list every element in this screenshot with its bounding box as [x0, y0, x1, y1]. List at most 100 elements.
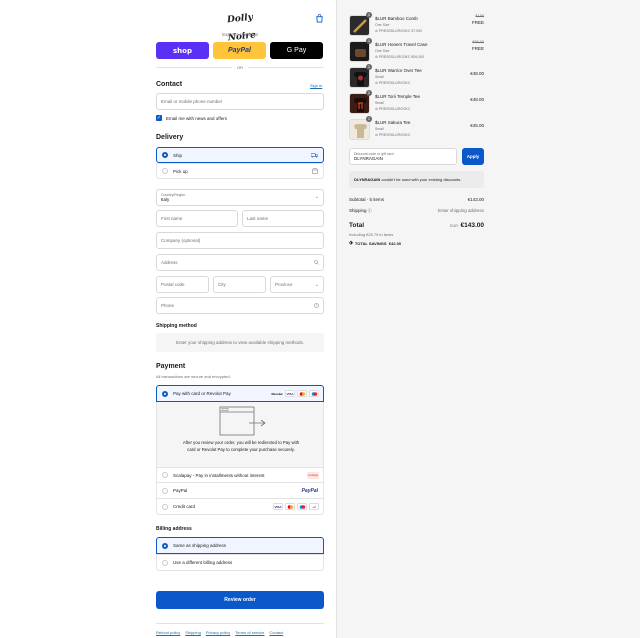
- shopping-bag-icon[interactable]: [315, 14, 324, 23]
- payment-heading: Payment: [156, 363, 186, 370]
- item-price: FREE: [471, 20, 484, 25]
- item-code-text: PRESSSLURGOKC €7,000: [378, 29, 423, 33]
- redirect-info-panel: After you review your order, you will be…: [156, 402, 324, 467]
- footer-link-refund[interactable]: Refund policy: [156, 630, 180, 635]
- payment-subtitle: All transactions are secure and encrypte…: [156, 374, 231, 379]
- paypal-radio[interactable]: [162, 487, 168, 494]
- newsletter-label: Email me with news and offers: [166, 115, 227, 121]
- maestro-icon: [309, 390, 319, 397]
- subtotal-label: Subtotal · 5 items: [349, 197, 385, 202]
- item-discount-code: ⊘ PRESSSLURGOKC: [375, 107, 411, 111]
- google-pay-button[interactable]: G Pay: [270, 42, 323, 59]
- mastercard-icon: [285, 503, 295, 510]
- paypal-button[interactable]: PayPal: [213, 42, 266, 59]
- credit-card-label: Credit card: [173, 504, 196, 509]
- shop-pay-button[interactable]: shop: [156, 42, 209, 59]
- footer-link-contact[interactable]: Contact: [269, 630, 283, 635]
- quantity-badge: 1: [366, 64, 372, 70]
- help-circle-icon[interactable]: ?: [314, 303, 319, 308]
- product-thumbnail: [349, 41, 370, 62]
- payment-option-paypal[interactable]: PayPal PayPal: [156, 483, 324, 499]
- item-size: Small: [375, 127, 384, 131]
- billing-different-label: Use a different billing address: [173, 560, 233, 565]
- quantity-badge: 1: [366, 12, 372, 18]
- discount-error-text: couldn't be used with your existing disc…: [381, 177, 462, 182]
- apply-discount-button[interactable]: Apply: [462, 148, 484, 165]
- phone-placeholder: Phone: [161, 303, 175, 308]
- quantity-badge: 1: [366, 116, 372, 122]
- scalapay-radio[interactable]: [162, 472, 168, 478]
- store-logo[interactable]: Dolly Noire: [216, 8, 264, 44]
- revolut-icon: Revolut: [271, 391, 283, 396]
- ship-radio[interactable]: [162, 152, 168, 158]
- item-code-text: PRESSSLURGOKC: [378, 133, 411, 137]
- card-revolut-label: Pay with card or Revolut Pay: [173, 391, 231, 396]
- cart-item: 1 $LUR Torii Temple Tee Small ⊘ PRESSSLU…: [349, 90, 484, 117]
- delivery-option-pickup[interactable]: Pick up: [156, 163, 324, 179]
- billing-same-radio[interactable]: [162, 542, 168, 549]
- footer-link-terms[interactable]: Terms of service: [235, 630, 264, 635]
- billing-option-same[interactable]: Same as shipping address: [156, 537, 324, 554]
- cart-item: 1 $LUR Sakura Tee Small ⊘ PRESSSLURGOKC …: [349, 116, 484, 143]
- review-order-button[interactable]: Review order: [156, 591, 324, 609]
- search-icon: [314, 260, 319, 265]
- footer-link-shipping[interactable]: Shipping: [185, 630, 201, 635]
- total-label: Total: [349, 222, 365, 229]
- company-field[interactable]: Company (optional): [156, 232, 324, 249]
- billing-same-label: Same as shipping address: [173, 543, 227, 548]
- currency-code: EUR: [449, 224, 458, 228]
- item-discount-code: ⊘ PRESSSLURGOKC: [375, 81, 411, 85]
- discount-code-field[interactable]: Discount code or gift card DLYNRAGAIN: [349, 148, 457, 165]
- payment-option-scalapay[interactable]: Scalapay - Pay in installments without i…: [156, 467, 324, 483]
- scalapay-label: Scalapay - Pay in installments without i…: [173, 472, 265, 478]
- billing-heading: Billing address: [156, 526, 192, 532]
- or-divider: OR: [156, 65, 324, 70]
- quantity-badge: 1: [366, 90, 372, 96]
- billing-option-different[interactable]: Use a different billing address: [156, 554, 324, 571]
- item-discount-code: ⊘ PRESSSLURGOKC: [375, 133, 411, 137]
- card-revolut-radio[interactable]: [162, 390, 168, 397]
- credit-card-radio[interactable]: [162, 503, 168, 510]
- item-name: $LUR Bamboo Comb: [375, 16, 418, 21]
- truck-icon: [311, 152, 318, 158]
- shipping-method-notice: Enter your shipping address to view avai…: [156, 333, 324, 352]
- discount-error-code: DLYNRAGAIN: [354, 177, 381, 182]
- item-size: One Size: [375, 23, 390, 27]
- checkout-form-panel: Dolly Noire Express checkout shop PayPal…: [0, 0, 337, 638]
- maestro-icon: [297, 503, 307, 510]
- delivery-option-ship[interactable]: Ship: [156, 147, 324, 163]
- product-thumbnail: [349, 67, 370, 88]
- newsletter-checkbox-row[interactable]: ✓ Email me with news and offers: [156, 115, 227, 121]
- item-discount-code: ⊘ PRESSSLURGOKC €09,000: [375, 55, 425, 59]
- postal-code-field[interactable]: Postal code: [156, 276, 209, 293]
- item-size: Small: [375, 75, 384, 79]
- item-size: One Size: [375, 49, 390, 53]
- payment-option-card-revolut[interactable]: Pay with card or Revolut Pay Revolut VIS…: [156, 385, 324, 402]
- payment-option-credit-card[interactable]: Credit card VISA +4: [156, 499, 324, 515]
- visa-icon: VISA: [273, 503, 283, 510]
- billing-different-radio[interactable]: [162, 559, 168, 566]
- footer-link-privacy[interactable]: Privacy policy: [206, 630, 230, 635]
- footer-divider: [156, 623, 324, 624]
- sign-in-link[interactable]: Sign in: [310, 83, 322, 88]
- item-price: €48.00: [470, 97, 484, 102]
- email-field[interactable]: Email or mobile phone number: [156, 93, 324, 110]
- first-name-field[interactable]: First name: [156, 210, 238, 227]
- item-price: €45.00: [470, 123, 484, 128]
- province-select[interactable]: Province ⌄: [270, 276, 324, 293]
- pickup-radio[interactable]: [162, 168, 168, 174]
- item-size: Small: [375, 101, 384, 105]
- info-icon[interactable]: ⓘ: [368, 208, 372, 213]
- taxes-note: Including €25.79 in taxes: [349, 232, 394, 237]
- shipping-method-heading: Shipping method: [156, 323, 197, 329]
- city-field[interactable]: City: [213, 276, 266, 293]
- item-name: $LUR Warrior Over Tee: [375, 68, 422, 73]
- newsletter-checkbox[interactable]: ✓: [156, 115, 162, 121]
- discount-error-message: DLYNRAGAIN couldn't be used with your ex…: [349, 171, 484, 188]
- country-select[interactable]: Country/Region Italy ⌄: [156, 189, 324, 206]
- phone-field[interactable]: Phone ?: [156, 297, 324, 314]
- last-name-field[interactable]: Last name: [242, 210, 324, 227]
- address-field[interactable]: Address: [156, 254, 324, 271]
- address-placeholder: Address: [161, 260, 178, 265]
- cart-item: 1 $LUR Bamboo Comb One Size ⊘ PRESSSLURG…: [349, 12, 484, 39]
